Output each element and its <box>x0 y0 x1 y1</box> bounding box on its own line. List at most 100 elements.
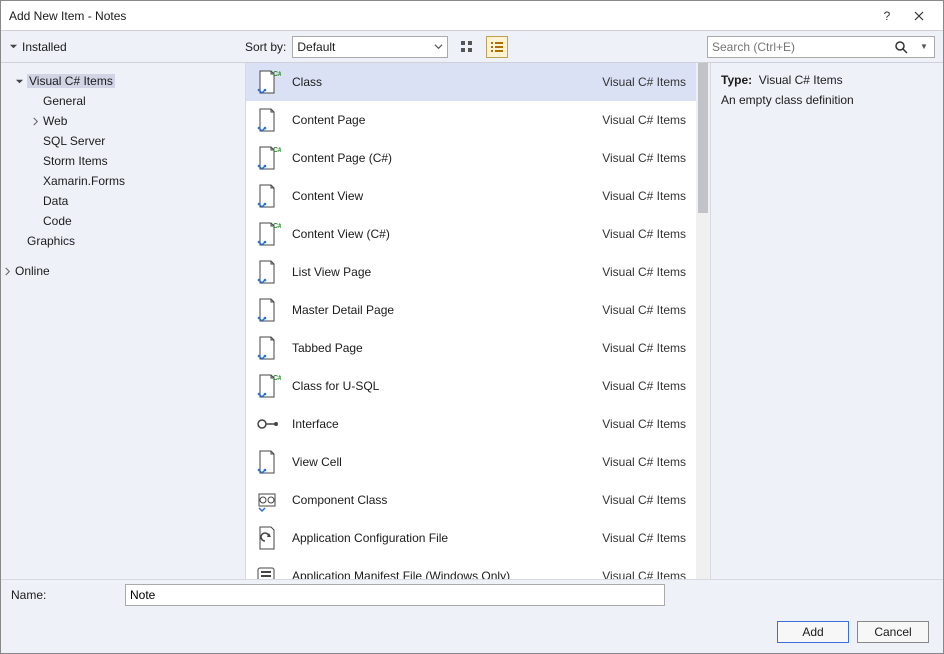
item-category: Visual C# Items <box>602 493 686 507</box>
scroll-thumb[interactable] <box>698 63 708 213</box>
body: Visual C# Items General Web SQL Server Stor… <box>1 63 943 579</box>
item-category: Visual C# Items <box>602 75 686 89</box>
details-pane: Type: Visual C# Items An empty class def… <box>711 63 943 579</box>
item-name: Content Page <box>292 113 602 127</box>
item-row[interactable]: Master Detail PageVisual C# Items <box>246 291 696 329</box>
chevron-down-icon <box>434 42 443 51</box>
sidebar-tree: Visual C# Items General Web SQL Server Stor… <box>1 63 245 579</box>
tree-item[interactable]: Code <box>7 211 239 231</box>
tree-item[interactable]: Storm Items <box>7 151 239 171</box>
tree-item-visual-csharp[interactable]: Visual C# Items <box>7 71 239 91</box>
tree-item[interactable]: General <box>7 91 239 111</box>
cs-class-icon: C# <box>252 67 282 97</box>
page-icon <box>252 257 282 287</box>
item-list-wrap: C#ClassVisual C# ItemsContent PageVisual… <box>245 63 711 579</box>
item-row[interactable]: InterfaceVisual C# Items <box>246 405 696 443</box>
tree-item[interactable]: SQL Server <box>7 131 239 151</box>
tree-item-label: SQL Server <box>43 134 105 148</box>
item-row[interactable]: View CellVisual C# Items <box>246 443 696 481</box>
page-icon <box>252 105 282 135</box>
item-name: Component Class <box>292 493 602 507</box>
item-name: Tabbed Page <box>292 341 602 355</box>
name-input[interactable] <box>125 584 665 606</box>
item-category: Visual C# Items <box>602 531 686 545</box>
item-row[interactable]: C# Class for U-SQLVisual C# Items <box>246 367 696 405</box>
item-name: Class for U-SQL <box>292 379 602 393</box>
sortby-label: Sort by: <box>245 40 286 54</box>
interface-icon <box>252 409 282 439</box>
item-category: Visual C# Items <box>602 227 686 241</box>
item-category: Visual C# Items <box>602 303 686 317</box>
item-name: Class <box>292 75 602 89</box>
item-list: C#ClassVisual C# ItemsContent PageVisual… <box>246 63 696 579</box>
close-button[interactable] <box>903 1 935 31</box>
svg-text:C#: C# <box>273 71 281 78</box>
page-icon <box>252 447 282 477</box>
search-input[interactable] <box>708 40 894 54</box>
search-icon[interactable] <box>894 40 914 54</box>
top-bar: Installed Sort by: Default ▼ <box>1 31 943 63</box>
item-name: Interface <box>292 417 602 431</box>
item-name: Content View (C#) <box>292 227 602 241</box>
item-row[interactable]: Application Manifest File (Windows Only)… <box>246 557 696 579</box>
tree-item-label: Storm Items <box>43 154 108 168</box>
details-type-value: Visual C# Items <box>759 73 843 87</box>
tree-item-label: Online <box>15 264 50 278</box>
tree-item-label: Visual C# Items <box>27 74 115 88</box>
item-category: Visual C# Items <box>602 113 686 127</box>
item-row[interactable]: Application Configuration FileVisual C# … <box>246 519 696 557</box>
tree-item-label: General <box>43 94 86 108</box>
tree-item-label: Data <box>43 194 68 208</box>
details-type-label: Type: <box>721 73 752 87</box>
view-grid-button[interactable] <box>456 36 478 58</box>
details-description: An empty class definition <box>721 93 933 107</box>
sortby-value: Default <box>297 40 335 54</box>
tree-item-graphics[interactable]: Graphics <box>7 231 239 251</box>
item-category: Visual C# Items <box>602 569 686 579</box>
item-name: List View Page <box>292 265 602 279</box>
item-name: Content Page (C#) <box>292 151 602 165</box>
item-row[interactable]: Content ViewVisual C# Items <box>246 177 696 215</box>
scrollbar[interactable] <box>696 63 710 579</box>
search-box[interactable]: ▼ <box>707 36 935 58</box>
svg-text:C#: C# <box>273 147 281 154</box>
item-category: Visual C# Items <box>602 341 686 355</box>
close-icon <box>914 11 924 21</box>
item-category: Visual C# Items <box>602 151 686 165</box>
help-button[interactable]: ? <box>871 1 903 31</box>
item-name: View Cell <box>292 455 602 469</box>
svg-text:C#: C# <box>273 223 281 230</box>
grid-icon <box>460 40 474 54</box>
tree-item[interactable]: Web <box>7 111 239 131</box>
list-icon <box>490 40 504 54</box>
chevron-down-icon <box>9 42 18 51</box>
add-button[interactable]: Add <box>777 621 849 643</box>
tree-item[interactable]: Xamarin.Forms <box>7 171 239 191</box>
tree-item-online[interactable]: Online <box>7 261 239 281</box>
tree-item[interactable]: Data <box>7 191 239 211</box>
item-row[interactable]: Tabbed PageVisual C# Items <box>246 329 696 367</box>
cancel-button[interactable]: Cancel <box>857 621 929 643</box>
page-icon <box>252 333 282 363</box>
name-label: Name: <box>11 588 125 602</box>
item-row[interactable]: C# Content View (C#)Visual C# Items <box>246 215 696 253</box>
cs-class-icon: C# <box>252 219 282 249</box>
svg-text:C#: C# <box>273 375 281 382</box>
installed-label[interactable]: Installed <box>22 40 67 54</box>
item-row[interactable]: C# ClassVisual C# Items <box>246 63 696 101</box>
tree-item-label: Graphics <box>27 234 75 248</box>
item-category: Visual C# Items <box>602 379 686 393</box>
item-row[interactable]: Content PageVisual C# Items <box>246 101 696 139</box>
view-list-button[interactable] <box>486 36 508 58</box>
item-row[interactable]: Component ClassVisual C# Items <box>246 481 696 519</box>
tree-item-label: Code <box>43 214 72 228</box>
title-bar: Add New Item - Notes ? <box>1 1 943 31</box>
config-icon <box>252 523 282 553</box>
sortby-select[interactable]: Default <box>292 36 448 58</box>
chevron-down-icon[interactable]: ▼ <box>914 42 934 51</box>
window-title: Add New Item - Notes <box>9 9 871 23</box>
item-row[interactable]: C# Content Page (C#)Visual C# Items <box>246 139 696 177</box>
manifest-icon <box>252 561 282 579</box>
item-row[interactable]: List View PageVisual C# Items <box>246 253 696 291</box>
page-icon <box>252 181 282 211</box>
